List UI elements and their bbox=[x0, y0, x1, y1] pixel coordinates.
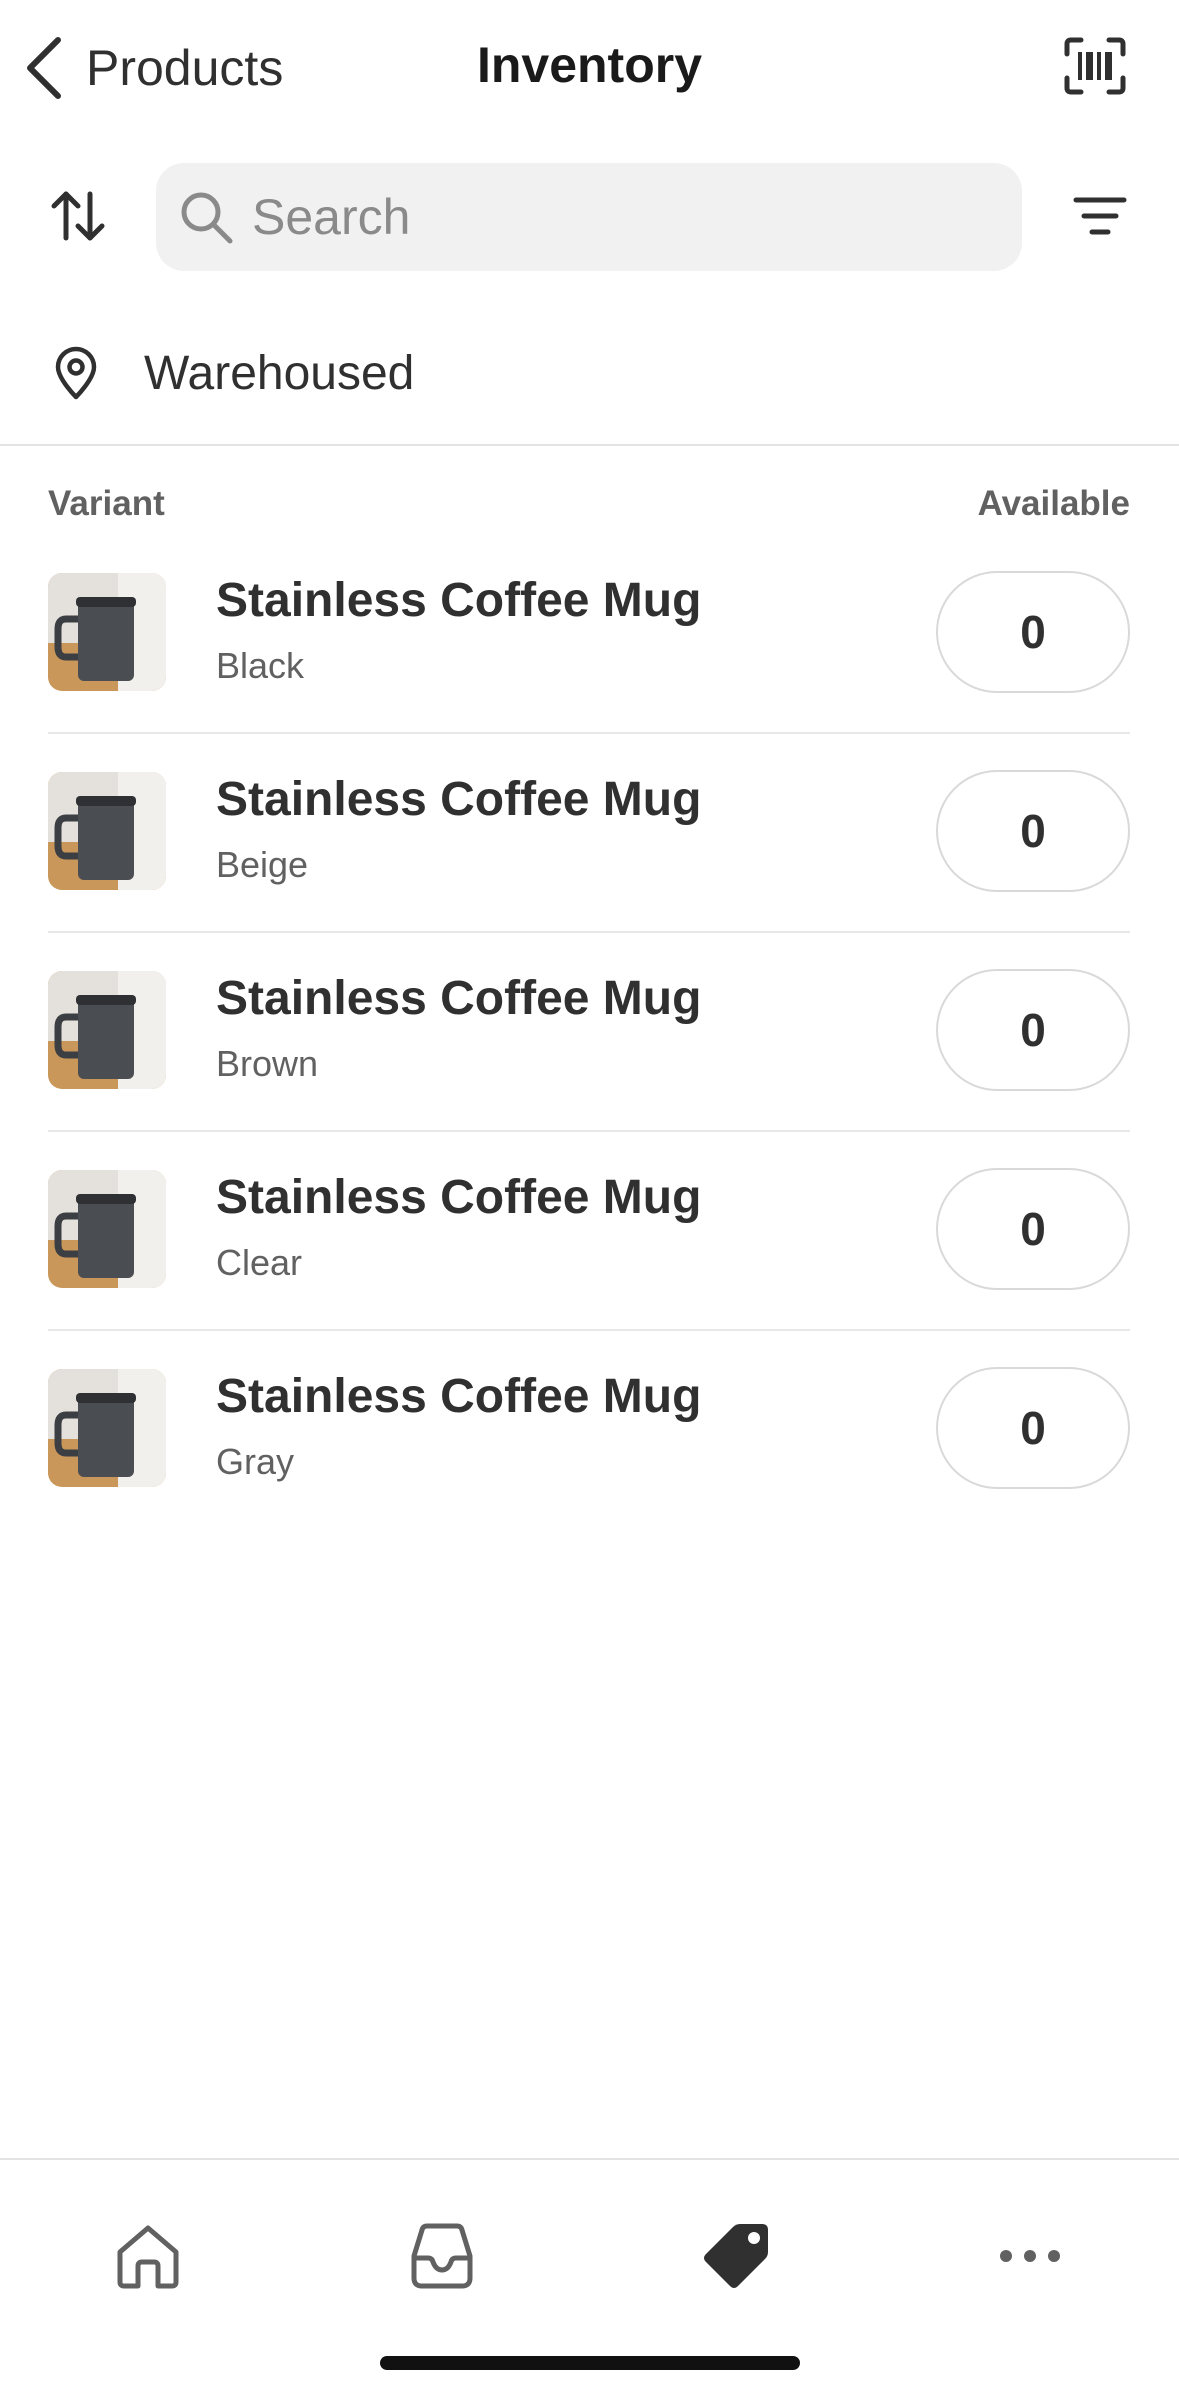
mug-image-icon bbox=[48, 971, 166, 1089]
more-icon bbox=[1000, 2250, 1060, 2262]
location-label: Warehoused bbox=[144, 346, 415, 400]
variant-list: Stainless Coffee Mug Black 0 Stainless C… bbox=[48, 535, 1130, 1528]
home-icon bbox=[117, 2225, 179, 2289]
sort-button[interactable] bbox=[48, 186, 108, 246]
sort-arrows-icon bbox=[51, 191, 105, 241]
tab-inbox[interactable] bbox=[392, 2206, 492, 2306]
variant-title: Stainless Coffee Mug bbox=[216, 1370, 702, 1423]
search-input[interactable] bbox=[252, 172, 992, 262]
available-quantity-field[interactable]: 0 bbox=[936, 770, 1130, 892]
table-row[interactable]: Stainless Coffee Mug Gray 0 bbox=[48, 1331, 1130, 1528]
tab-more[interactable] bbox=[980, 2206, 1080, 2306]
variant-title: Stainless Coffee Mug bbox=[216, 972, 702, 1025]
mug-image-icon bbox=[48, 573, 166, 691]
barcode-scan-button[interactable] bbox=[1063, 36, 1127, 96]
barcode-scan-icon bbox=[1064, 37, 1126, 95]
available-quantity-field[interactable]: 0 bbox=[936, 969, 1130, 1091]
table-row[interactable]: Stainless Coffee Mug Brown 0 bbox=[48, 933, 1130, 1132]
search-icon bbox=[181, 192, 233, 244]
top-nav: Products Inventory bbox=[0, 0, 1179, 135]
table-row[interactable]: Stainless Coffee Mug Beige 0 bbox=[48, 734, 1130, 933]
product-thumbnail bbox=[48, 1369, 166, 1487]
product-thumbnail bbox=[48, 772, 166, 890]
product-thumbnail bbox=[48, 971, 166, 1089]
inbox-icon bbox=[411, 2223, 473, 2289]
column-header-available: Available bbox=[977, 484, 1130, 523]
variant-title: Stainless Coffee Mug bbox=[216, 574, 702, 627]
variant-title: Stainless Coffee Mug bbox=[216, 1171, 702, 1224]
column-header-variant: Variant bbox=[48, 484, 165, 523]
table-header: Variant Available bbox=[48, 484, 1130, 534]
mug-image-icon bbox=[48, 1369, 166, 1487]
product-thumbnail bbox=[48, 1170, 166, 1288]
location-pin-icon bbox=[55, 346, 97, 400]
variant-title: Stainless Coffee Mug bbox=[216, 773, 702, 826]
variant-name: Clear bbox=[216, 1242, 303, 1283]
variant-name: Brown bbox=[216, 1043, 319, 1084]
tab-home[interactable] bbox=[98, 2206, 198, 2306]
search-row bbox=[0, 160, 1179, 272]
filter-icon bbox=[1073, 197, 1127, 235]
variant-name: Black bbox=[216, 645, 305, 686]
table-row[interactable]: Stainless Coffee Mug Clear 0 bbox=[48, 1132, 1130, 1331]
table-row[interactable]: Stainless Coffee Mug Black 0 bbox=[48, 535, 1130, 734]
bottom-tab-bar bbox=[0, 2158, 1179, 2398]
mug-image-icon bbox=[48, 1170, 166, 1288]
tag-icon bbox=[704, 2224, 768, 2288]
home-indicator bbox=[380, 2356, 800, 2370]
search-box[interactable] bbox=[156, 163, 1022, 271]
available-quantity-field[interactable]: 0 bbox=[936, 571, 1130, 693]
variant-name: Gray bbox=[216, 1441, 295, 1482]
available-quantity-field[interactable]: 0 bbox=[936, 1168, 1130, 1290]
mug-image-icon bbox=[48, 772, 166, 890]
section-divider bbox=[0, 444, 1179, 446]
tab-products[interactable] bbox=[686, 2206, 786, 2306]
variant-name: Beige bbox=[216, 844, 309, 885]
available-quantity-field[interactable]: 0 bbox=[936, 1367, 1130, 1489]
location-selector[interactable]: Warehoused bbox=[0, 318, 1179, 428]
page-title: Inventory bbox=[476, 37, 703, 93]
product-thumbnail bbox=[48, 573, 166, 691]
filter-button[interactable] bbox=[1072, 192, 1128, 240]
